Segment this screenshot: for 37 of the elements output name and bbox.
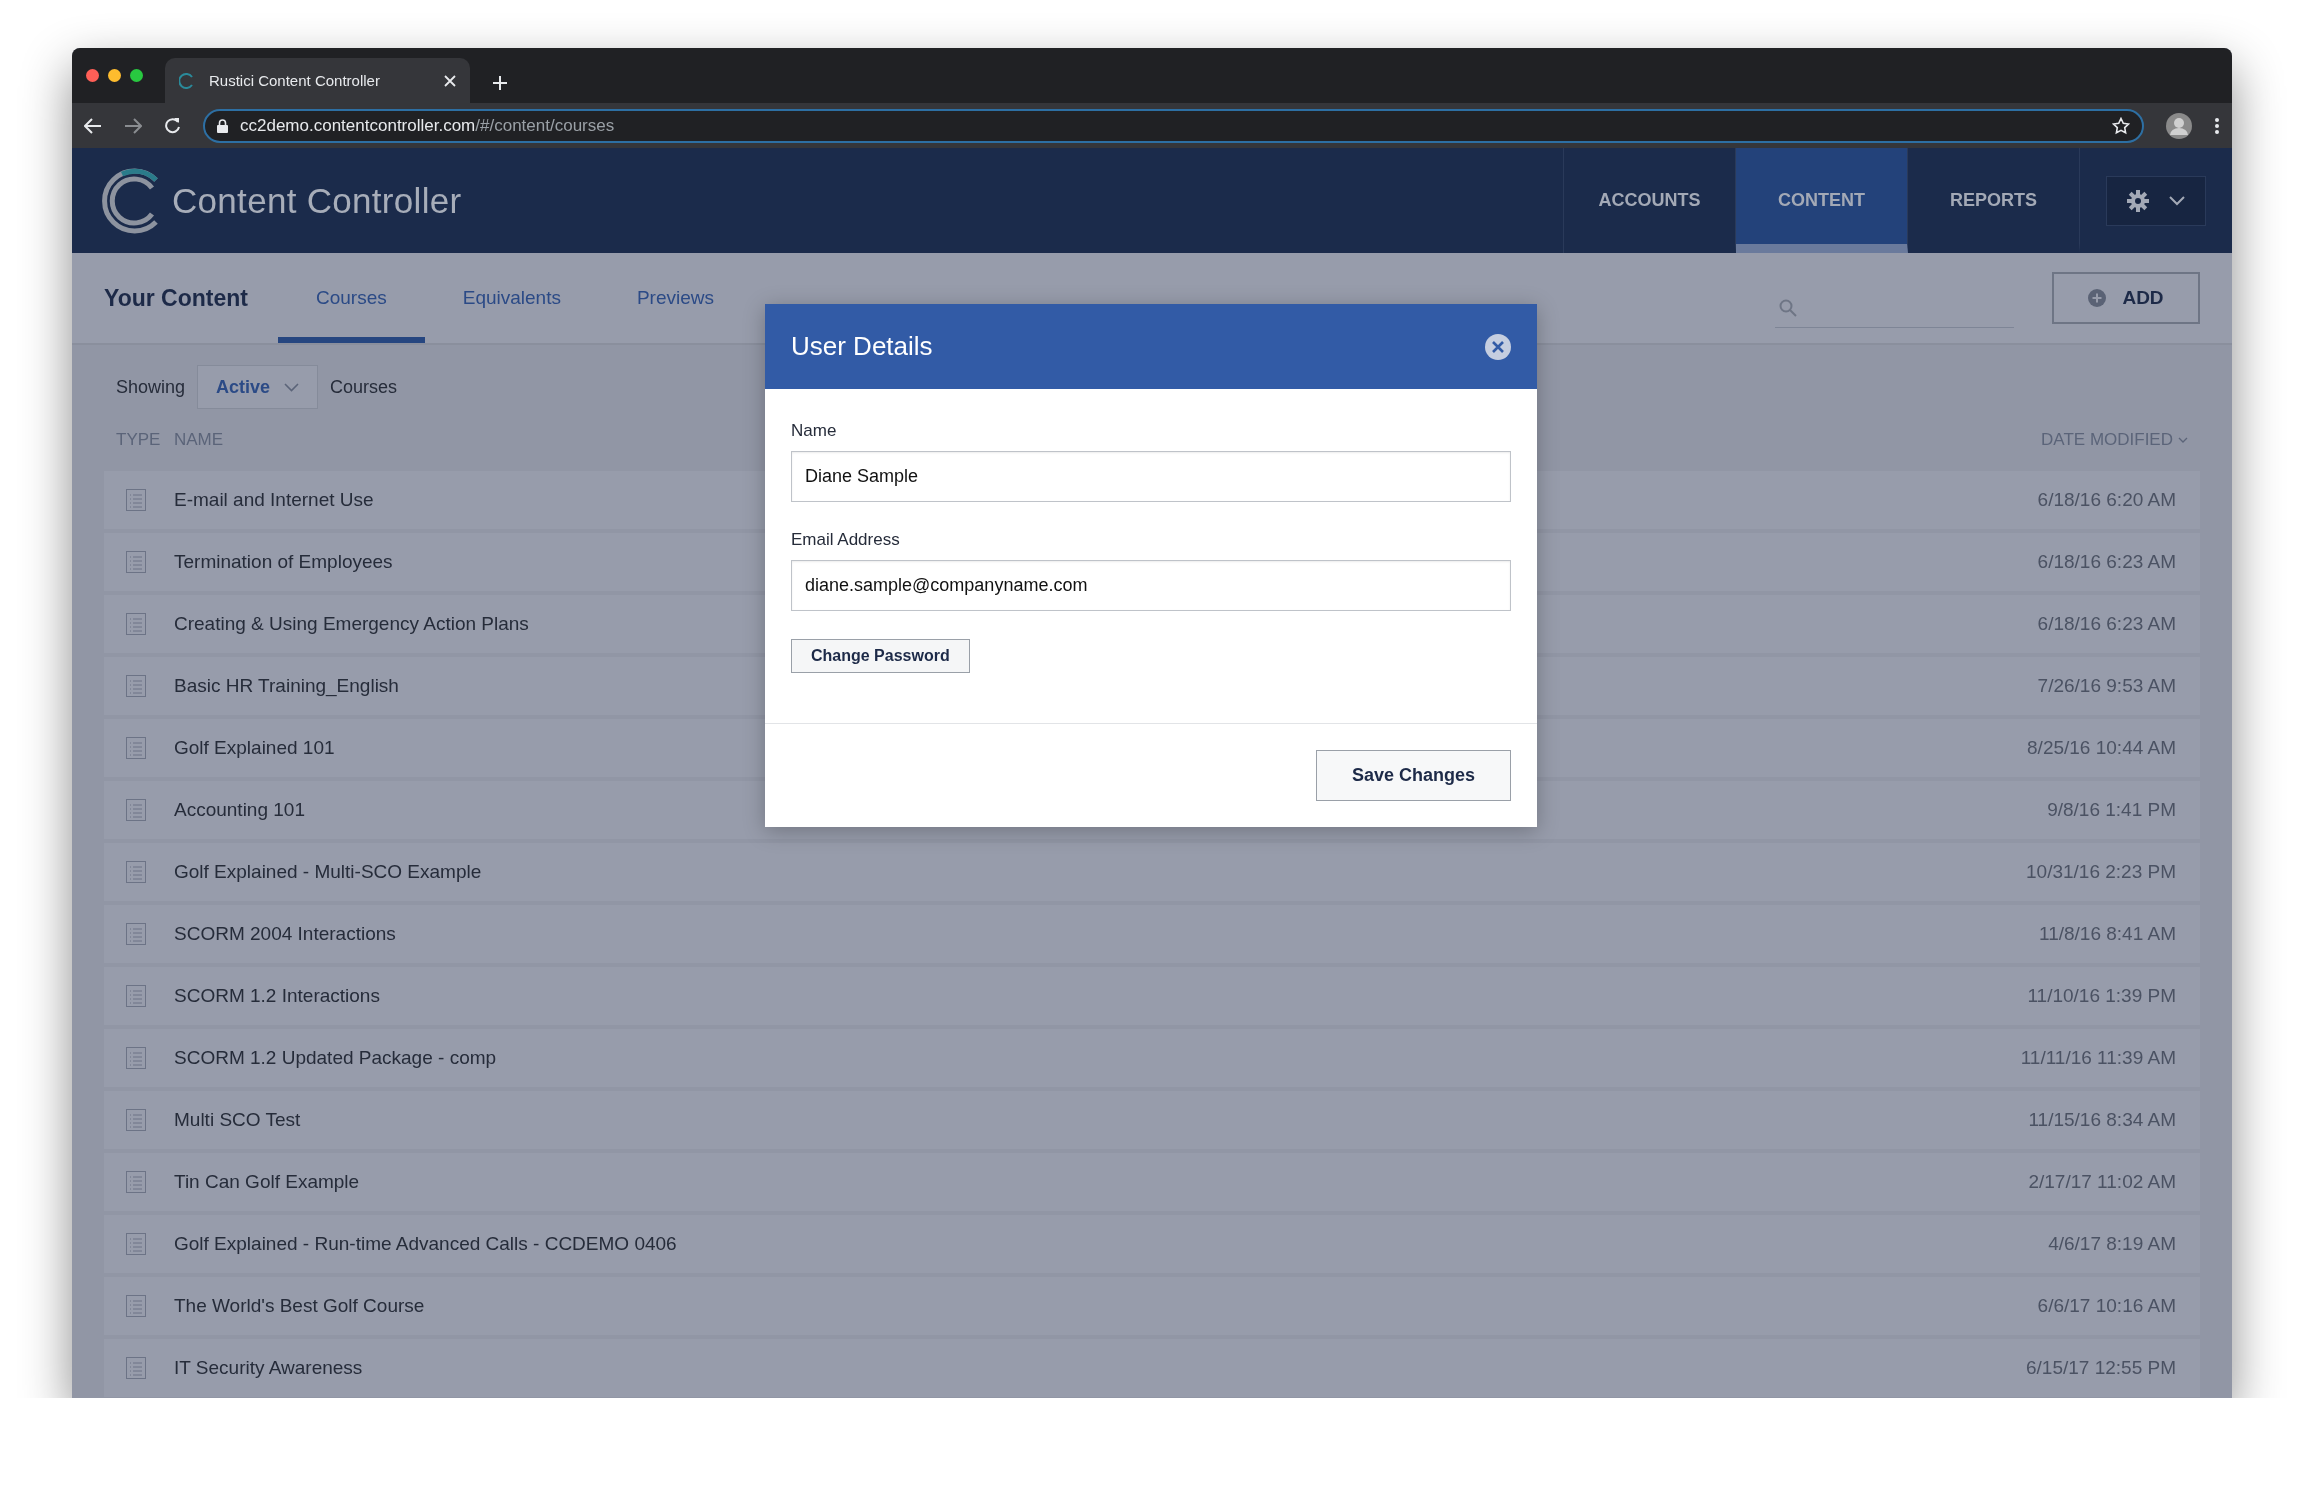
date-modified: 6/6/17 10:16 AM [2037, 1295, 2176, 1317]
course-name: Golf Explained 101 [174, 737, 335, 759]
date-modified: 4/6/17 8:19 AM [2048, 1233, 2176, 1255]
date-modified: 6/15/17 12:55 PM [2026, 1357, 2176, 1379]
logo-text: Content Controller [172, 180, 462, 221]
course-name: Golf Explained - Multi-SCO Example [174, 861, 482, 883]
date-modified: 8/25/16 10:44 AM [2027, 737, 2176, 759]
page-title: Your Content [104, 283, 248, 313]
course-name: Golf Explained - Run-time Advanced Calls - CCDEMO 0406 [174, 1233, 677, 1255]
course-name: Basic HR Training_English [174, 675, 399, 697]
filter-label: Showing [116, 376, 186, 398]
date-modified: 11/11/16 11:39 AM [2020, 1047, 2176, 1069]
date-modified: 10/31/16 2:23 PM [2026, 861, 2176, 883]
filter-label: Courses [330, 376, 398, 398]
date-modified: 2/17/17 11:02 AM [2028, 1171, 2176, 1193]
course-name: SCORM 1.2 Interactions [174, 985, 380, 1007]
date-modified: 11/10/16 1:39 PM [2027, 985, 2176, 1007]
date-modified: 6/18/16 6:23 AM [2037, 613, 2176, 635]
modal-title: User Details [791, 331, 933, 362]
date-modified: 11/15/16 8:34 AM [2028, 1109, 2176, 1131]
date-modified: 11/8/16 8:41 AM [2039, 923, 2176, 945]
course-name: SCORM 2004 Interactions [174, 923, 396, 945]
date-modified: 6/18/16 6:20 AM [2037, 489, 2176, 511]
field-label: Email Address [791, 530, 901, 550]
course-name: E-mail and Internet Use [174, 489, 374, 511]
date-modified: 6/18/16 6:23 AM [2037, 551, 2176, 573]
course-name: IT Security Awareness [174, 1357, 363, 1379]
course-name: The World's Best Golf Course [174, 1295, 425, 1317]
field-label: Name [791, 421, 838, 441]
course-name: Creating & Using Emergency Action Plans [174, 613, 529, 635]
course-name: Accounting 101 [174, 799, 305, 821]
date-modified: 7/26/16 9:53 AM [2037, 675, 2176, 697]
course-name: Tin Can Golf Example [174, 1171, 360, 1193]
course-name: Termination of Employees [174, 551, 393, 573]
course-name: Multi SCO Test [174, 1109, 301, 1131]
date-modified: 9/8/16 1:41 PM [2047, 799, 2176, 821]
course-name: SCORM 1.2 Updated Package - comp [174, 1047, 497, 1069]
